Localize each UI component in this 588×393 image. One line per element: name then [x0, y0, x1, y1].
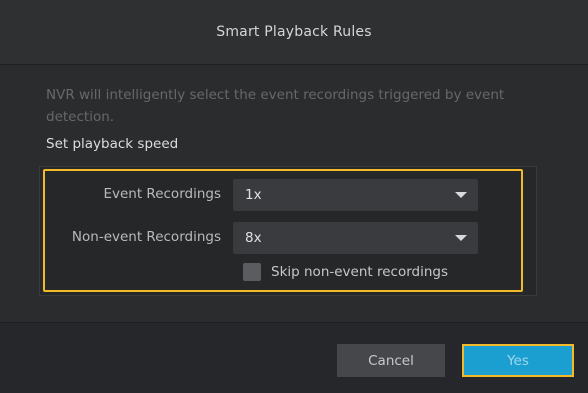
playback-speed-section-label: Set playback speed — [46, 136, 179, 152]
cancel-button[interactable]: Cancel — [337, 344, 445, 377]
dialog-title: Smart Playback Rules — [216, 24, 372, 40]
dialog-description: NVR will intelligently select the event … — [46, 87, 505, 125]
chevron-down-icon — [455, 235, 467, 241]
event-recordings-label: Event Recordings — [103, 186, 221, 202]
non-event-recordings-select[interactable]: 8x — [233, 222, 478, 254]
non-event-recordings-label: Non-event Recordings — [71, 229, 221, 245]
yes-button[interactable]: Yes — [462, 344, 574, 377]
dialog-titlebar: Smart Playback Rules — [0, 0, 588, 65]
event-recordings-select[interactable]: 1x — [233, 179, 478, 211]
skip-non-event-label[interactable]: Skip non-event recordings — [271, 263, 448, 281]
event-recordings-value: 1x — [245, 187, 262, 203]
chevron-down-icon — [455, 192, 467, 198]
non-event-recordings-value: 8x — [245, 230, 262, 246]
smart-playback-rules-dialog: Smart Playback Rules NVR will intelligen… — [0, 0, 588, 393]
skip-non-event-checkbox[interactable] — [243, 263, 261, 281]
